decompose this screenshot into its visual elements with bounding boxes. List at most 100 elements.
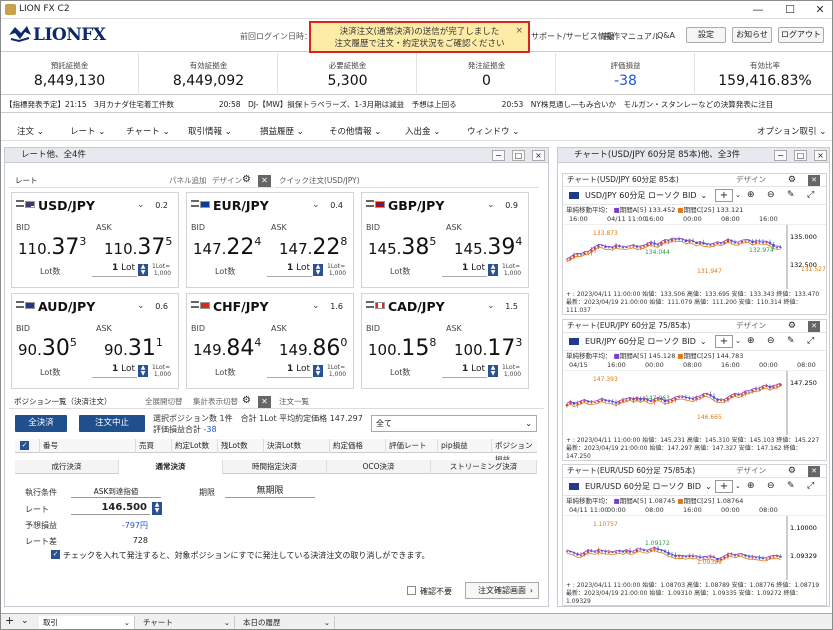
pair-dropdown-icon[interactable]: ⌄ xyxy=(137,301,145,311)
rate-card-cad-jpy[interactable]: CAD/JPY ⌄ 1.5 BID ASK 100.158 100.173 Lot数 1 Lot… xyxy=(361,293,529,389)
menu-trade-info[interactable]: 取引情報 ⌄ xyxy=(188,125,232,137)
lot-stepper[interactable]: ▲ ▼ xyxy=(313,365,323,377)
rate-tab[interactable]: レート xyxy=(15,174,38,188)
order-confirm-button[interactable]: 注文確認画面 › xyxy=(465,582,539,599)
pair-dropdown-icon[interactable]: ⌄ xyxy=(137,200,145,210)
minimize-icon[interactable]: — xyxy=(744,1,772,19)
bid-price[interactable]: 149.844 xyxy=(193,336,261,361)
draw-icon[interactable]: ✎ xyxy=(787,333,795,350)
ask-price[interactable]: 90.311 xyxy=(104,336,163,361)
lot-input[interactable]: 1 Lot xyxy=(442,263,487,277)
settings-button[interactable]: 設定 xyxy=(686,27,726,43)
logout-button[interactable]: ログアウト xyxy=(778,27,824,43)
lot-stepper[interactable]: ▲ ▼ xyxy=(138,264,148,276)
close-window-icon[interactable]: ✕ xyxy=(806,1,832,19)
zoom-in-icon[interactable]: ⊕ xyxy=(747,478,755,495)
qa-link[interactable]: Q&A xyxy=(657,31,675,40)
menu-pl-history[interactable]: 損益履歴 ⌄ xyxy=(260,125,304,137)
maximize-icon[interactable]: ☐ xyxy=(776,1,804,19)
aggregate-toggle[interactable]: 集計表示切替 xyxy=(193,395,238,409)
confirm-skip-checkbox[interactable] xyxy=(407,586,416,595)
position-gear-icon[interactable]: ⚙ xyxy=(242,394,251,408)
chart-symbol-select[interactable]: USD/JPY 60分足 ローソク BID xyxy=(585,191,697,200)
chart-symbol-select[interactable]: EUR/USD 60分足 ローソク BID xyxy=(585,482,701,491)
bid-price[interactable]: 90.305 xyxy=(18,336,77,361)
support-link[interactable]: サポート/サービス情報 xyxy=(531,31,614,42)
position-close-icon[interactable]: ✕ xyxy=(258,396,271,408)
expand-icon[interactable]: ⤢ xyxy=(807,333,814,350)
menu-deposit[interactable]: 入出金 ⌄ xyxy=(405,125,440,137)
chart-panel-maximize-icon[interactable]: □ xyxy=(794,150,807,161)
design-link[interactable]: デザイン xyxy=(212,174,242,188)
pair-dropdown-icon[interactable]: ⌄ xyxy=(487,200,495,210)
news-ticker[interactable]: 【指標発表予定】21:15 3月カナダ住宅着工件数 20:58 DJ-【MW】損… xyxy=(1,97,832,113)
card-menu-icon[interactable] xyxy=(16,200,24,207)
chart-panel-2[interactable]: チャート(EUR/USD 60分足 75/85本) デザイン ⚙ ✕ EUR/USD 6… xyxy=(562,464,827,606)
rate-card-usd-jpy[interactable]: USD/JPY ⌄ 0.2 BID ASK 110.373 110.375 Lot数 1 Lot… xyxy=(11,192,179,288)
notice-button[interactable]: お知らせ xyxy=(732,27,772,43)
expand-toggle[interactable]: 全展開切替 xyxy=(145,395,183,409)
ask-price[interactable]: 145.394 xyxy=(454,235,522,260)
menu-window[interactable]: ウィンドウ ⌄ xyxy=(467,125,519,137)
candlestick-chart[interactable]: 1.10000 1.09329 1.10757 1.09172 1.09329 xyxy=(563,516,826,582)
close-all-button[interactable]: 全決済 xyxy=(15,415,67,432)
chart-gear-icon[interactable]: ⚙ xyxy=(788,320,796,332)
expand-icon[interactable]: ⤢ xyxy=(807,187,814,204)
menu-order[interactable]: 注文 ⌄ xyxy=(17,125,44,137)
chart-panel-minimize-icon[interactable]: − xyxy=(774,150,787,161)
close-rate-icon[interactable]: ✕ xyxy=(258,175,271,187)
panel-close-icon[interactable]: × xyxy=(532,150,545,161)
add-tab-icon[interactable]: + xyxy=(5,614,14,627)
rate-input[interactable]: 146.500 xyxy=(71,501,150,515)
chart-panel-1[interactable]: チャート(EUR/JPY 60分足 75/85本) デザイン ⚙ ✕ EUR/JPY 6… xyxy=(562,319,827,461)
pair-dropdown-icon[interactable]: ⌄ xyxy=(487,301,495,311)
pair-dropdown-icon[interactable]: ⌄ xyxy=(312,200,320,210)
candlestick-chart[interactable]: 135.000132.500133.873134.044131.947132.9… xyxy=(563,225,826,291)
card-menu-icon[interactable] xyxy=(366,200,374,207)
pair-dropdown-icon[interactable]: ⌄ xyxy=(312,301,320,311)
chart-close-icon[interactable]: ✕ xyxy=(808,466,820,477)
tab-oco[interactable]: OCO決済 xyxy=(327,460,431,474)
position-list-tab[interactable]: ポジション一覧（決済注文） xyxy=(14,395,112,409)
zoom-in-icon[interactable]: ⊕ xyxy=(747,187,755,204)
card-menu-icon[interactable] xyxy=(366,301,374,308)
menu-chart[interactable]: チャート ⌄ xyxy=(126,125,170,137)
bottom-tab-chart[interactable]: チャート ⌄ xyxy=(139,616,235,629)
menu-rate[interactable]: レート ⌄ xyxy=(70,125,105,137)
ask-price[interactable]: 100.173 xyxy=(454,336,522,361)
cond-select[interactable]: ASK到達指値 xyxy=(71,485,161,498)
rate-card-eur-jpy[interactable]: EUR/JPY ⌄ 0.4 BID ASK 147.224 147.228 Lot数 1 Lot… xyxy=(186,192,354,288)
lot-input[interactable]: 1 Lot xyxy=(267,364,312,378)
lot-input[interactable]: 1 Lot xyxy=(92,263,137,277)
chart-symbol-select[interactable]: EUR/JPY 60分足 ローソク BID xyxy=(585,337,696,346)
draw-icon[interactable]: ✎ xyxy=(787,187,795,204)
chart-panel-close-icon[interactable]: × xyxy=(814,150,827,161)
lot-stepper[interactable]: ▲ ▼ xyxy=(313,264,323,276)
chart-panel-0[interactable]: チャート(USD/JPY 60分足 85本) デザイン ⚙ ✕ USD/JPY 60分足… xyxy=(562,173,827,315)
bid-price[interactable]: 145.385 xyxy=(368,235,436,260)
add-indicator-icon[interactable]: + xyxy=(715,189,733,202)
select-all-checkbox[interactable]: ✓ xyxy=(20,441,29,450)
lot-stepper[interactable]: ▲ ▼ xyxy=(488,365,498,377)
rate-card-gbp-jpy[interactable]: GBP/JPY ⌄ 0.9 BID ASK 145.385 145.394 Lot数 1 Lot… xyxy=(361,192,529,288)
cancel-order-button[interactable]: 注文中止 xyxy=(79,415,145,432)
tab-market[interactable]: 成行決済 xyxy=(15,460,119,474)
ask-price[interactable]: 147.228 xyxy=(279,235,347,260)
ask-price[interactable]: 110.375 xyxy=(104,235,172,260)
add-indicator-icon[interactable]: + xyxy=(715,480,733,493)
order-list-tab[interactable]: 注文一覧 xyxy=(279,395,309,409)
chart-close-icon[interactable]: ✕ xyxy=(808,175,820,186)
candlestick-chart[interactable]: 147.250 147.393 147.063 146.665 xyxy=(563,371,826,437)
tab-time[interactable]: 時間指定決済 xyxy=(223,460,327,474)
card-menu-icon[interactable] xyxy=(16,301,24,308)
panel-minimize-icon[interactable]: − xyxy=(492,150,505,161)
rate-card-chf-jpy[interactable]: CHF/JPY ⌄ 1.6 BID ASK 149.844 149.860 Lot数 1 Lot… xyxy=(186,293,354,389)
zoom-out-icon[interactable]: ⊖ xyxy=(767,187,775,204)
bid-price[interactable]: 147.224 xyxy=(193,235,261,260)
manual-link[interactable]: 操作マニュアル xyxy=(604,31,660,42)
bottom-tab-history[interactable]: 本日の履歴 ⌄ xyxy=(239,616,335,629)
rate-card-aud-jpy[interactable]: AUD/JPY ⌄ 0.6 BID ASK 90.305 90.311 Lot数 1 Lot ▲ ▼… xyxy=(11,293,179,389)
tab-streaming[interactable]: ストリーミング決済 xyxy=(431,460,537,474)
tab-normal[interactable]: 通常決済 xyxy=(119,460,223,474)
menu-other-info[interactable]: その他情報 ⌄ xyxy=(329,125,381,137)
